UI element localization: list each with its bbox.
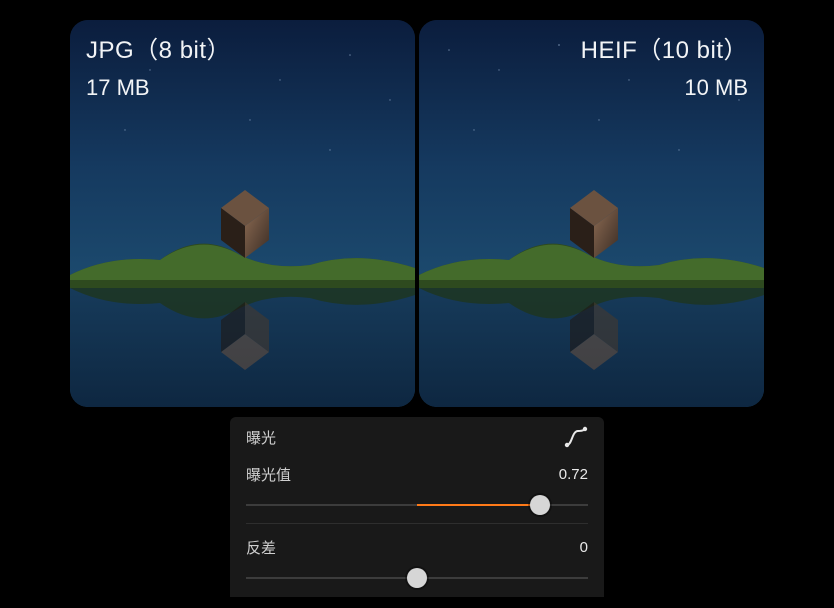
exposure-value-row: 曝光值 0.72 [246, 457, 588, 491]
photo-left-overlay: JPG（8 bit） 17 MB [86, 30, 399, 101]
slider-fill [417, 504, 540, 506]
curve-icon[interactable] [564, 425, 588, 449]
exposure-value-readout: 0.72 [559, 466, 588, 483]
panel-header: 曝光 [246, 417, 588, 457]
contrast-readout: 0 [580, 539, 588, 556]
contrast-row: 反差 0 [246, 530, 588, 564]
exposure-value-label: 曝光值 [246, 464, 291, 485]
panel-section-label: 曝光 [246, 427, 276, 448]
photo-right-overlay: HEIF（10 bit） 10 MB [435, 30, 748, 101]
slider-thumb[interactable] [530, 495, 550, 515]
exposure-panel: 曝光 曝光值 0.72 反差 0 [230, 417, 604, 597]
contrast-slider[interactable] [246, 564, 588, 592]
size-label-right: 10 MB [435, 75, 748, 101]
image-compare: JPG（8 bit） 17 MB [70, 20, 764, 407]
app-stage: JPG（8 bit） 17 MB [0, 0, 834, 608]
slider-thumb[interactable] [407, 568, 427, 588]
format-label-right: HEIF（10 bit） [435, 30, 748, 65]
exposure-value-slider[interactable] [246, 491, 588, 519]
size-label-left: 17 MB [86, 75, 399, 101]
contrast-label: 反差 [246, 537, 276, 558]
format-label-left: JPG（8 bit） [86, 30, 399, 65]
photo-right: HEIF（10 bit） 10 MB [419, 20, 764, 407]
divider [246, 523, 588, 524]
photo-left: JPG（8 bit） 17 MB [70, 20, 415, 407]
